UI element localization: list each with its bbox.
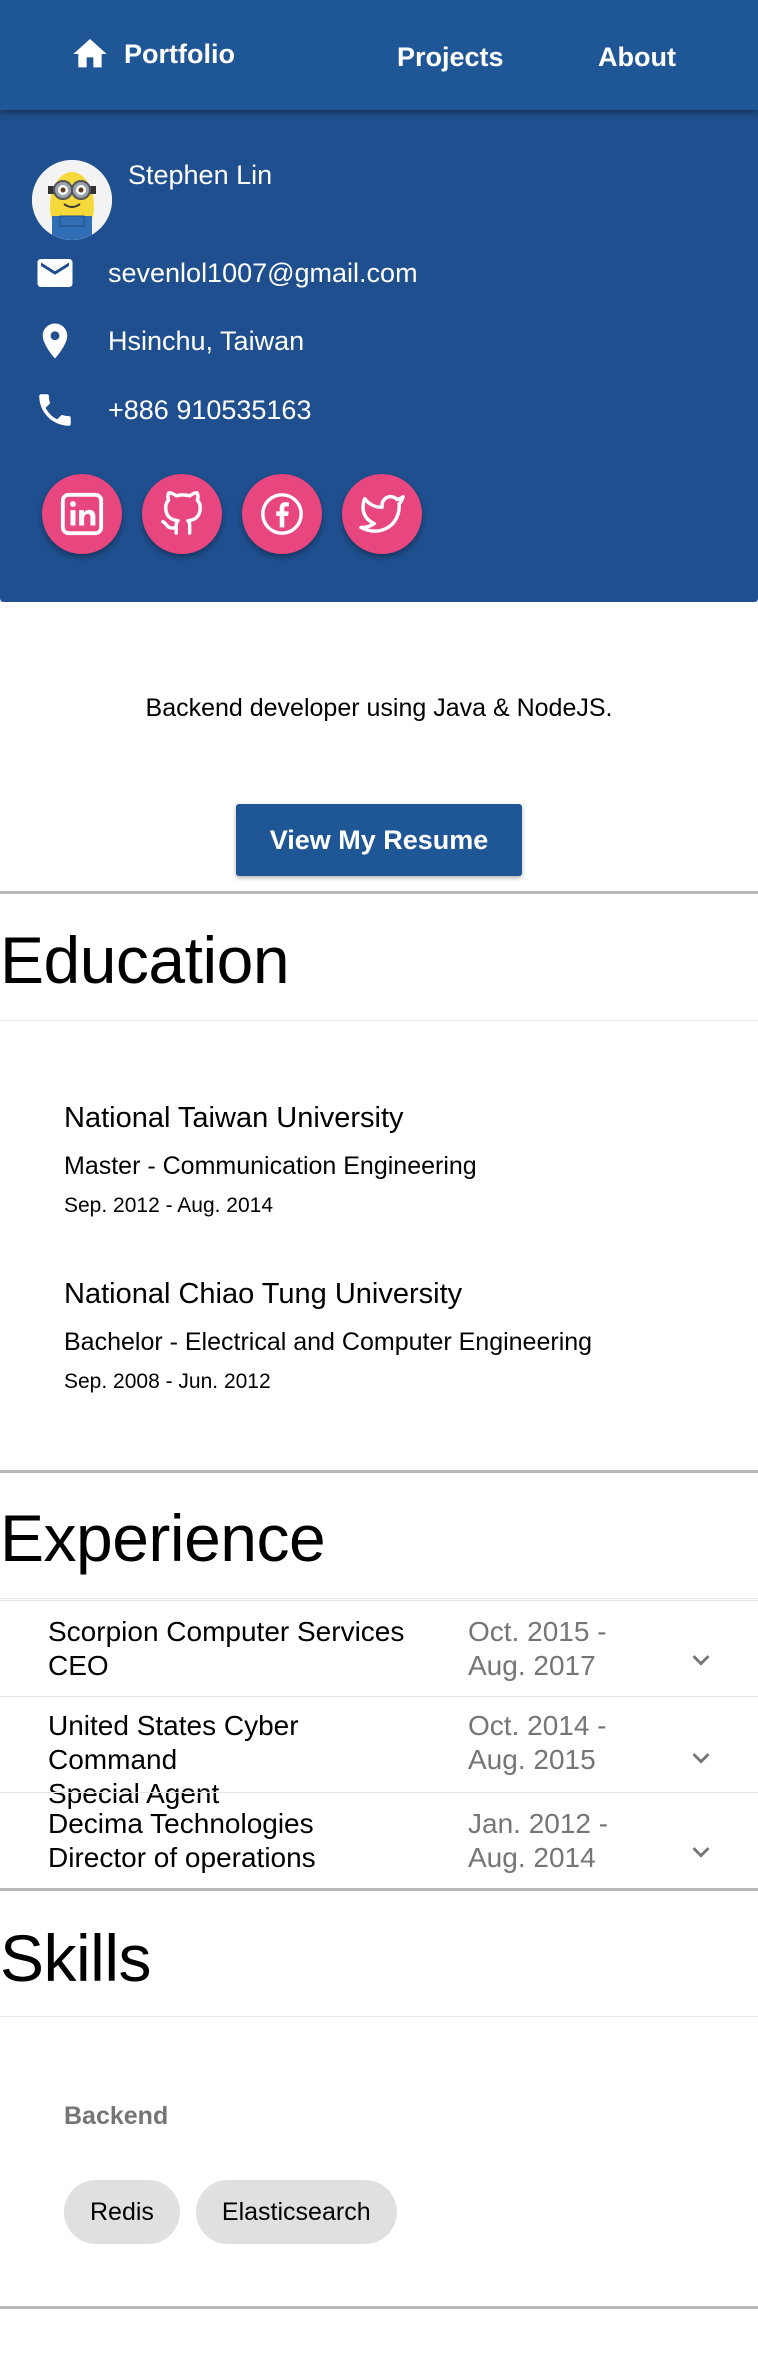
experience-item[interactable]: Scorpion Computer Services CEO Oct. 2015… xyxy=(0,1600,758,1696)
chevron-down-icon[interactable] xyxy=(684,1741,718,1775)
skills-divider xyxy=(0,2016,758,2017)
education-degree: Bachelor - Electrical and Computer Engin… xyxy=(64,1328,593,1356)
brand-label: Portfolio xyxy=(124,38,235,69)
experience-company: United States Cyber Command xyxy=(48,1710,299,1775)
location-pin-icon xyxy=(42,323,68,359)
experience-company: Decima Technologies xyxy=(48,1808,314,1839)
linkedin-icon xyxy=(60,492,104,536)
phone-row: +886 910535163 xyxy=(34,389,311,431)
chevron-down-icon[interactable] xyxy=(684,1643,718,1677)
profile-name: Stephen Lin xyxy=(128,160,273,190)
avatar xyxy=(32,160,112,240)
experience-company: Scorpion Computer Services xyxy=(48,1616,405,1647)
skill-chip[interactable]: Elasticsearch xyxy=(195,2180,397,2244)
phone-text: +886 910535163 xyxy=(108,394,312,425)
facebook-icon xyxy=(261,493,303,535)
email-icon xyxy=(37,259,73,287)
experience-dates: Oct. 2015 - Aug. 2017 xyxy=(468,1616,607,1681)
brand-link[interactable]: Portfolio xyxy=(68,34,235,74)
education-degree: Master - Communication Engineering xyxy=(64,1152,477,1180)
skills-bottom-border xyxy=(0,2306,758,2309)
skill-category: Backend xyxy=(64,2102,169,2130)
github-button[interactable] xyxy=(142,474,222,554)
experience-title: Experience xyxy=(0,1501,326,1575)
education-title: Education xyxy=(0,923,290,997)
education-bottom-border xyxy=(0,1470,758,1473)
phone-icon xyxy=(39,394,71,426)
experience-item[interactable]: Decima Technologies Director of operatio… xyxy=(0,1792,758,1888)
location-text: Hsinchu, Taiwan xyxy=(108,325,305,356)
chevron-down-icon[interactable] xyxy=(684,1835,718,1869)
education-school: National Taiwan University xyxy=(64,1102,404,1134)
social-links xyxy=(42,474,442,554)
view-resume-button[interactable]: View My Resume xyxy=(236,804,522,876)
facebook-button[interactable] xyxy=(242,474,322,554)
education-dates: Sep. 2012 - Aug. 2014 xyxy=(64,1194,274,1217)
skill-chip[interactable]: Redis xyxy=(64,2180,180,2244)
tagline: Backend developer using Java & NodeJS. xyxy=(145,694,613,722)
intro-section: Backend developer using Java & NodeJS. V… xyxy=(0,602,758,894)
email-text: sevenlol1007@gmail.com xyxy=(108,257,418,288)
experience-role: CEO xyxy=(48,1650,109,1681)
experience-role: Director of operations xyxy=(48,1842,316,1873)
education-dates: Sep. 2008 - Jun. 2012 xyxy=(64,1370,271,1393)
experience-bottom-border xyxy=(0,1888,758,1891)
experience-dates: Oct. 2014 - Aug. 2015 xyxy=(468,1710,607,1775)
experience-dates: Jan. 2012 - Aug. 2014 xyxy=(468,1808,609,1873)
experience-divider xyxy=(0,1598,758,1599)
education-divider xyxy=(0,1020,758,1021)
profile-card: Stephen Lin sevenlol1007@gmail.com Hsinc… xyxy=(0,110,758,602)
nav-projects-link[interactable]: Projects xyxy=(397,42,504,73)
twitter-button[interactable] xyxy=(342,474,422,554)
github-icon xyxy=(161,491,202,535)
email-row: sevenlol1007@gmail.com xyxy=(34,252,418,294)
skill-chips: Redis Elasticsearch xyxy=(64,2180,413,2244)
skills-title: Skills xyxy=(0,1921,152,1995)
linkedin-button[interactable] xyxy=(42,474,122,554)
experience-item[interactable]: United States Cyber Command Special Agen… xyxy=(0,1696,758,1809)
nav-about-link[interactable]: About xyxy=(598,42,676,73)
twitter-icon xyxy=(359,494,405,533)
home-icon xyxy=(73,39,107,68)
location-row: Hsinchu, Taiwan xyxy=(34,320,304,362)
education-school: National Chiao Tung University xyxy=(64,1278,463,1310)
app-bar: Portfolio Projects About xyxy=(0,0,758,110)
